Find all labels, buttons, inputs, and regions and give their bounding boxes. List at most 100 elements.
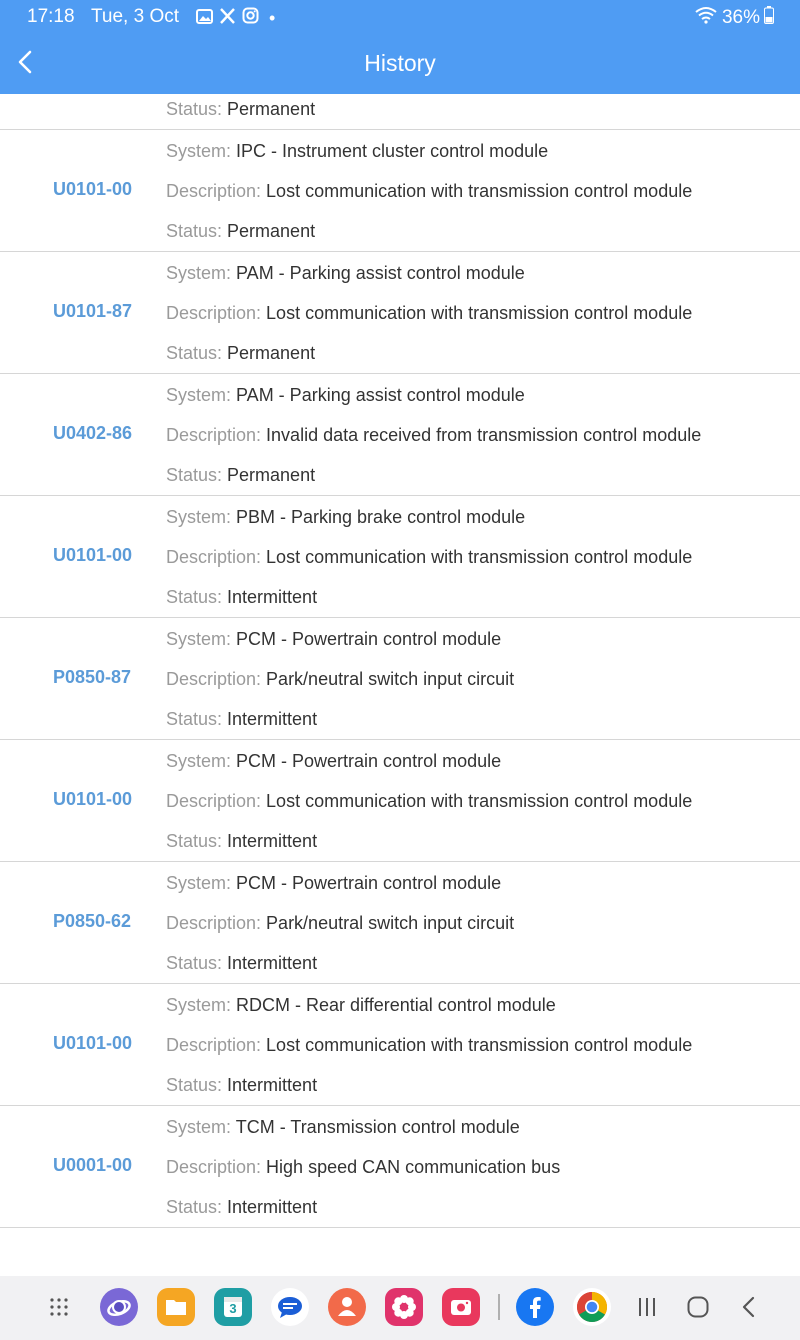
- app-drawer-icon[interactable]: [46, 1294, 72, 1320]
- gallery-notification-icon: [196, 8, 213, 30]
- description-line: Description: Invalid data received from …: [166, 425, 701, 446]
- screen-recorder-icon[interactable]: [442, 1288, 480, 1326]
- description-label: Description:: [166, 303, 267, 323]
- status-value: Permanent: [227, 99, 316, 119]
- history-entry[interactable]: U0101-00 System: PCM - Powertrain control…: [0, 740, 800, 862]
- more-notifications-dot: •: [269, 8, 276, 28]
- system-label: System:: [166, 1117, 236, 1137]
- status-line: Status: Intermittent: [166, 953, 317, 974]
- system-value: PBM - Parking brake control module: [236, 507, 526, 527]
- description-label: Description:: [166, 1035, 267, 1055]
- status-value: Intermittent: [227, 1197, 318, 1217]
- status-value: Permanent: [227, 343, 316, 363]
- history-entry[interactable]: U0001-00 System: TCM - Transmission contr…: [0, 1106, 800, 1228]
- history-list[interactable]: U0101-00 System: TCM - Transmission contr…: [0, 94, 800, 1276]
- facebook-icon[interactable]: [516, 1288, 554, 1326]
- home-icon[interactable]: [685, 1294, 711, 1320]
- system-line: System: PCM - Powertrain control module: [166, 629, 501, 650]
- description-line: Description: Lost communication with tra…: [166, 181, 692, 202]
- calendar-day: 3: [229, 1301, 237, 1316]
- status-line: Status: Intermittent: [166, 1075, 317, 1096]
- description-value: Invalid data received from transmission …: [266, 425, 702, 445]
- system-label: System:: [166, 385, 237, 405]
- description-label: Description:: [166, 547, 267, 567]
- status-line: Status: Intermittent: [166, 709, 317, 730]
- history-entry[interactable]: U0101-00System: TCM - Transmission contr…: [0, 94, 800, 130]
- history-entry[interactable]: P0850-87 System: PCM - Powertrain control…: [0, 618, 800, 740]
- system-label: System:: [166, 141, 237, 161]
- status-line: Status: Intermittent: [166, 587, 317, 608]
- wifi-icon: [694, 6, 718, 30]
- status-value: Intermittent: [227, 709, 318, 729]
- x-notification-icon: [219, 7, 236, 30]
- calendar-icon[interactable]: 3: [214, 1288, 252, 1326]
- system-line: System: PCM - Powertrain control module: [166, 873, 501, 894]
- system-line: System: PCM - Powertrain control module: [166, 751, 501, 772]
- system-label: System:: [166, 873, 237, 893]
- status-line: Status: Intermittent: [166, 831, 317, 852]
- history-entry[interactable]: U0101-87 System: PAM - Parking assist con…: [0, 252, 800, 374]
- system-line: System: PBM - Parking brake control modu…: [166, 507, 525, 528]
- status-label: Status:: [166, 1197, 228, 1217]
- contacts-icon[interactable]: [328, 1288, 366, 1326]
- status-value: Permanent: [227, 465, 316, 485]
- gallery-icon[interactable]: [385, 1288, 423, 1326]
- history-entry[interactable]: U0101-00 System: PBM - Parking brake cont…: [0, 496, 800, 618]
- dtc-code: U0101-00: [53, 545, 133, 565]
- description-label: Description:: [166, 1157, 267, 1177]
- chrome-icon[interactable]: [573, 1288, 611, 1326]
- history-entry[interactable]: P0850-62 System: PCM - Powertrain control…: [0, 862, 800, 984]
- description-label: Description:: [166, 181, 267, 201]
- status-value: Intermittent: [227, 953, 318, 973]
- status-label: Status:: [166, 953, 228, 973]
- system-line: System: PAM - Parking assist control mod…: [166, 385, 525, 406]
- my-files-icon[interactable]: [157, 1288, 195, 1326]
- dtc-code: P0850-87: [53, 667, 132, 687]
- system-line: System: PAM - Parking assist control mod…: [166, 263, 525, 284]
- description-line: Description: High speed CAN communicatio…: [166, 1157, 560, 1178]
- dtc-code: U0001-00: [53, 1155, 133, 1175]
- history-entry[interactable]: U0402-86 System: PAM - Parking assist con…: [0, 374, 800, 496]
- dtc-code: P0850-62: [53, 911, 132, 931]
- status-line: Status: Intermittent: [166, 1197, 317, 1218]
- system-value: PCM - Powertrain control module: [236, 751, 502, 771]
- status-bar: 17:18 Tue, 3 Oct • 36%: [0, 0, 800, 32]
- description-line: Description: Lost communication with tra…: [166, 1035, 692, 1056]
- system-value: TCM - Transmission control module: [235, 1117, 520, 1137]
- status-label: Status:: [166, 343, 228, 363]
- battery-icon: [764, 6, 774, 30]
- notification-icons: •: [196, 7, 275, 30]
- status-value: Intermittent: [227, 587, 318, 607]
- status-label: Status:: [166, 465, 228, 485]
- dtc-code: U0101-87: [53, 301, 133, 321]
- status-label: Status:: [166, 99, 228, 119]
- messages-icon[interactable]: [271, 1288, 309, 1326]
- dtc-code: U0101-00: [53, 789, 133, 809]
- description-value: Lost communication with transmission con…: [266, 181, 693, 201]
- system-value: PAM - Parking assist control module: [236, 385, 525, 405]
- description-line: Description: Lost communication with tra…: [166, 547, 692, 568]
- dtc-code: U0101-00: [53, 1033, 133, 1053]
- status-line: Status: Permanent: [166, 343, 315, 364]
- status-value: Intermittent: [227, 1075, 318, 1095]
- status-date: Tue, 3 Oct: [91, 6, 179, 27]
- history-entry[interactable]: U0101-00 System: IPC - Instrument cluster…: [0, 130, 800, 252]
- description-value: Lost communication with transmission con…: [266, 791, 693, 811]
- status-line: Status: Permanent: [166, 99, 315, 120]
- description-line: Description: Lost communication with tra…: [166, 303, 692, 324]
- history-entry[interactable]: U0101-00 System: RDCM - Rear differential…: [0, 984, 800, 1106]
- nav-back-icon[interactable]: [736, 1294, 762, 1320]
- system-value: PCM - Powertrain control module: [236, 873, 502, 893]
- status-label: Status:: [166, 709, 228, 729]
- samsung-internet-icon[interactable]: [100, 1288, 138, 1326]
- app-bar: History: [0, 32, 800, 94]
- description-label: Description:: [166, 425, 267, 445]
- description-line: Description: Lost communication with tra…: [166, 791, 692, 812]
- system-line: System: IPC - Instrument cluster control…: [166, 141, 548, 162]
- status-line: Status: Permanent: [166, 465, 315, 486]
- dtc-code: U0101-00: [53, 179, 133, 199]
- history-list-content: U0101-00 System: TCM - Transmission contr…: [0, 94, 800, 1228]
- instagram-notification-icon: [242, 7, 259, 30]
- recent-apps-icon[interactable]: [634, 1294, 660, 1320]
- description-value: Lost communication with transmission con…: [266, 547, 693, 567]
